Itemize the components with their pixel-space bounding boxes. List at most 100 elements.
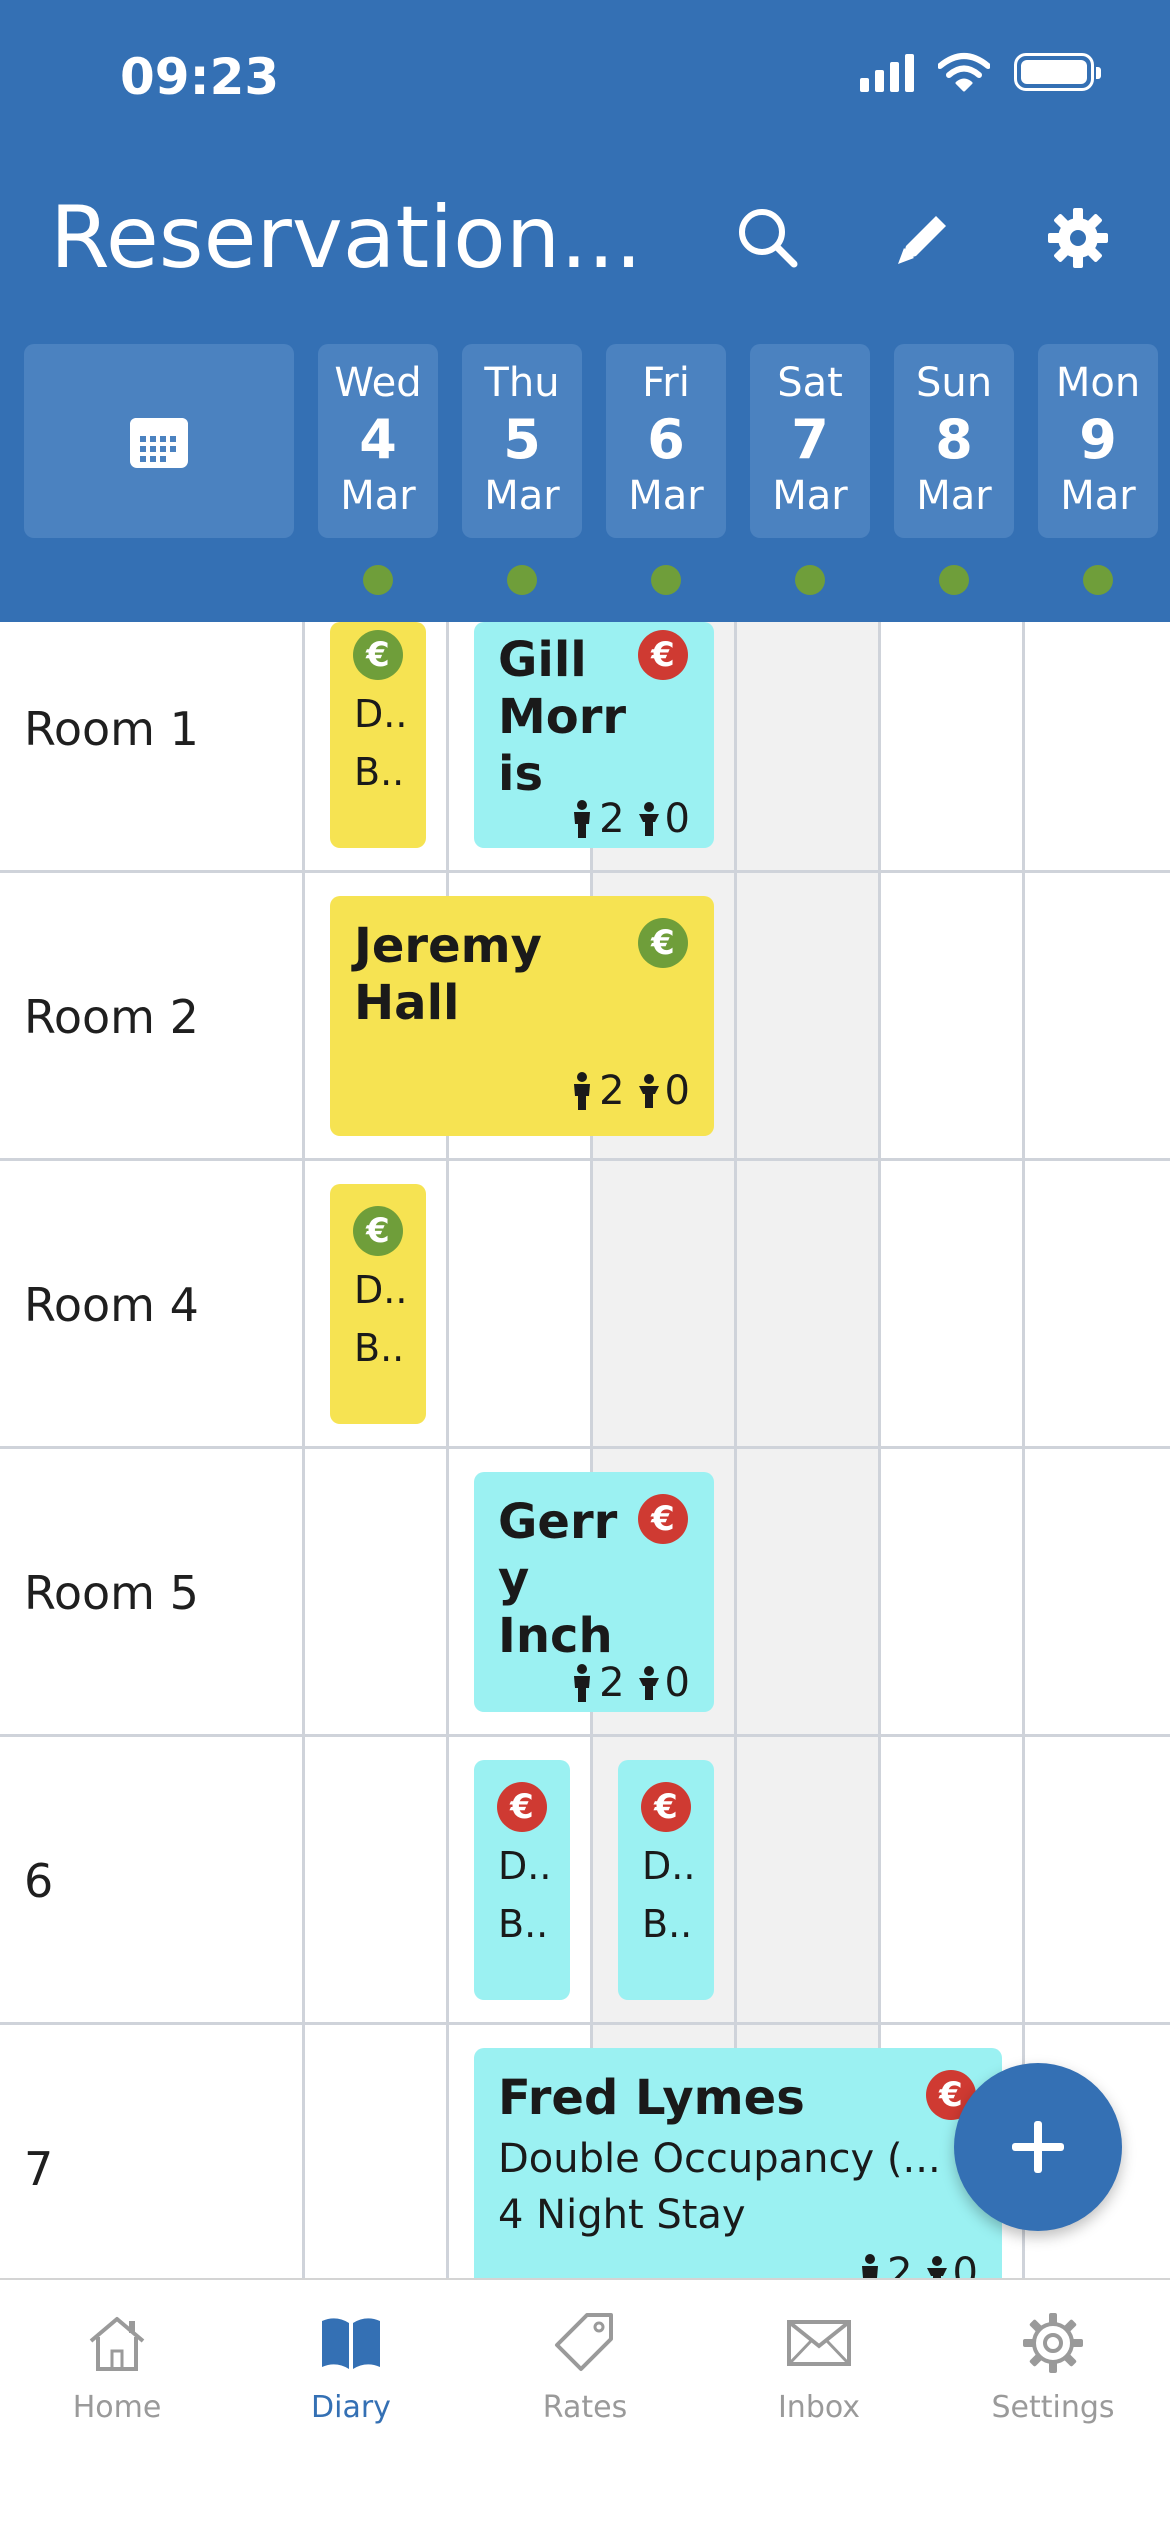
calendar-icon bbox=[130, 418, 188, 468]
day-number: 4 bbox=[359, 408, 397, 471]
booking-card[interactable]: € D.. B.. bbox=[474, 1760, 570, 2000]
book-icon bbox=[322, 2318, 380, 2369]
grid-line bbox=[0, 870, 1170, 873]
add-booking-button[interactable] bbox=[954, 2063, 1122, 2231]
settings-button[interactable] bbox=[1038, 198, 1118, 278]
day-of-week: Thu bbox=[484, 360, 560, 406]
availability-dot bbox=[507, 565, 537, 595]
availability-dot bbox=[363, 565, 393, 595]
battery-icon bbox=[1014, 53, 1101, 91]
tab-settings[interactable]: Settings bbox=[936, 2308, 1170, 2425]
guest-name-line: Jeremy bbox=[354, 918, 542, 974]
booking-abbrev: D.. bbox=[354, 1268, 408, 1312]
diary-grid[interactable]: Room 1 Room 2 Room 4 Room 5 6 7 € D.. B.… bbox=[0, 622, 1170, 2278]
home-icon bbox=[89, 2317, 145, 2371]
unpaid-euro-icon: € bbox=[497, 1782, 547, 1832]
booking-abbrev: D.. bbox=[642, 1844, 696, 1888]
tab-label: Inbox bbox=[777, 2390, 861, 2425]
tab-rates[interactable]: Rates bbox=[468, 2308, 702, 2425]
booking-card[interactable]: € D.. B.. bbox=[330, 1184, 426, 1424]
day-column-header[interactable]: Sat 7 Mar bbox=[750, 344, 870, 538]
day-column-header[interactable]: Sun 8 Mar bbox=[894, 344, 1014, 538]
tab-home[interactable]: Home bbox=[0, 2308, 234, 2425]
booking-card[interactable]: € Gerr y Inch 2 0 bbox=[474, 1472, 714, 1712]
day-column-header[interactable]: Thu 5 Mar bbox=[462, 344, 582, 538]
availability-dot bbox=[795, 565, 825, 595]
booking-card[interactable]: € Gill Morr is 2 0 bbox=[474, 622, 714, 848]
bottom-tab-bar: Home Diary Rates Inbox Settings bbox=[0, 2278, 1170, 2532]
grid-line bbox=[0, 1158, 1170, 1161]
booking-abbrev: B.. bbox=[642, 1902, 693, 1946]
occupancy: 2 0 bbox=[569, 796, 690, 842]
occupancy: 2 0 bbox=[857, 2250, 978, 2278]
adult-icon bbox=[862, 2254, 879, 2278]
day-column-header[interactable]: Fri 6 Mar bbox=[606, 344, 726, 538]
day-number: 6 bbox=[647, 408, 685, 471]
day-number: 8 bbox=[935, 408, 973, 471]
child-count: 0 bbox=[664, 1660, 690, 1706]
wifi-icon bbox=[938, 53, 990, 92]
price-tag-icon bbox=[555, 2313, 613, 2371]
child-count: 0 bbox=[952, 2250, 978, 2278]
tab-label: Settings bbox=[991, 2390, 1115, 2425]
day-column-header[interactable]: Wed 4 Mar bbox=[318, 344, 438, 538]
tab-diary[interactable]: Diary bbox=[234, 2308, 468, 2425]
day-month: Mar bbox=[340, 473, 416, 519]
child-icon bbox=[638, 1666, 659, 1700]
booking-card[interactable]: € D.. B.. bbox=[330, 622, 426, 848]
tab-label: Rates bbox=[542, 2390, 628, 2425]
tab-label: Home bbox=[72, 2390, 162, 2425]
room-label: Room 5 bbox=[24, 1566, 199, 1620]
booking-card[interactable]: € D.. B.. bbox=[618, 1760, 714, 2000]
tab-inbox[interactable]: Inbox bbox=[702, 2308, 936, 2425]
guest-name: Fred Lymes bbox=[498, 2070, 805, 2126]
guest-name: Gerr y Inch bbox=[498, 1494, 617, 1665]
guest-name-line: Morr bbox=[498, 689, 627, 745]
day-month: Mar bbox=[484, 473, 560, 519]
guest-name-line: is bbox=[498, 746, 544, 802]
booking-card[interactable]: € Fred Lymes Double Occupancy (... 4 Nig… bbox=[474, 2048, 1002, 2278]
day-of-week: Sun bbox=[915, 360, 993, 406]
edit-button[interactable] bbox=[884, 198, 964, 278]
unpaid-euro-icon: € bbox=[638, 630, 688, 680]
booking-abbrev: D.. bbox=[498, 1844, 552, 1888]
day-of-week: Sat bbox=[777, 360, 843, 406]
edit-pencil-icon bbox=[898, 216, 946, 264]
app-header: 09:23 Reservation... Wed 4 Mar Thu 5 Mar… bbox=[0, 0, 1170, 622]
adult-count: 2 bbox=[599, 1068, 625, 1114]
day-of-week: Fri bbox=[642, 360, 690, 406]
grid-line bbox=[0, 2022, 1170, 2025]
room-label: Room 4 bbox=[24, 1278, 199, 1332]
day-month: Mar bbox=[916, 473, 992, 519]
day-number: 9 bbox=[1079, 408, 1117, 471]
envelope-icon bbox=[787, 2320, 851, 2366]
availability-dot bbox=[1083, 565, 1113, 595]
child-count: 0 bbox=[664, 1068, 690, 1114]
booking-abbrev: B.. bbox=[498, 1902, 549, 1946]
settings-gear-icon bbox=[1048, 208, 1108, 268]
guest-name: Jeremy Hall bbox=[354, 918, 542, 1032]
child-count: 0 bbox=[664, 796, 690, 842]
occupancy: 2 0 bbox=[569, 1660, 690, 1706]
plus-icon bbox=[1012, 2121, 1064, 2173]
availability-dot bbox=[651, 565, 681, 595]
day-column-header[interactable]: Mon 9 Mar bbox=[1038, 344, 1158, 538]
adult-count: 2 bbox=[599, 1660, 625, 1706]
occupancy: 2 0 bbox=[569, 1068, 690, 1114]
paid-euro-icon: € bbox=[638, 918, 688, 968]
unpaid-euro-icon: € bbox=[641, 1782, 691, 1832]
booking-card[interactable]: € Jeremy Hall 2 0 bbox=[330, 896, 714, 1136]
search-icon bbox=[739, 209, 798, 268]
room-label: 6 bbox=[24, 1854, 54, 1908]
day-number: 7 bbox=[791, 408, 829, 471]
room-label: 7 bbox=[24, 2142, 54, 2196]
booking-abbrev: D.. bbox=[354, 692, 408, 736]
calendar-button[interactable] bbox=[24, 344, 294, 538]
booking-abbrev: B.. bbox=[354, 1326, 405, 1370]
adult-icon bbox=[574, 800, 591, 838]
grid-line bbox=[0, 1734, 1170, 1737]
day-number: 5 bbox=[503, 408, 541, 471]
search-button[interactable] bbox=[728, 198, 808, 278]
page-title: Reservation... bbox=[50, 188, 643, 288]
day-month: Mar bbox=[628, 473, 704, 519]
